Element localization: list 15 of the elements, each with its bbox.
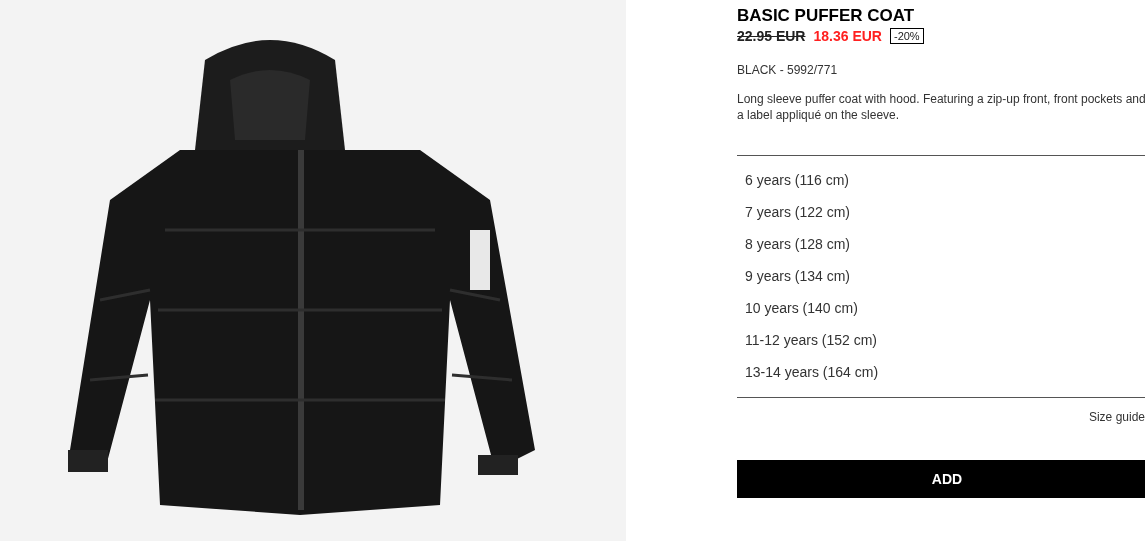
size-option[interactable]: 7 years (122 cm)	[737, 196, 1145, 228]
size-option[interactable]: 11-12 years (152 cm)	[737, 324, 1145, 356]
size-guide-link[interactable]: Size guide	[1088, 410, 1145, 424]
sale-price: 18.36 EUR	[813, 28, 882, 44]
add-button[interactable]: ADD	[737, 460, 1145, 498]
discount-badge: -20%	[889, 28, 924, 44]
size-option[interactable]: 8 years (128 cm)	[737, 228, 1145, 260]
size-option[interactable]: 9 years (134 cm)	[737, 260, 1145, 292]
original-price: 22.95 EUR	[737, 28, 806, 44]
color-reference: BLACK - 5992/771	[737, 63, 839, 77]
product-description: Long sleeve puffer coat with hood. Featuring a zip-up front, front pockets and a label appliqué on the sleeve.	[737, 91, 1145, 123]
product-title: BASIC PUFFER COAT	[737, 6, 916, 26]
size-option[interactable]: 10 years (140 cm)	[737, 292, 1145, 324]
size-option[interactable]: 13-14 years (164 cm)	[737, 356, 1145, 388]
size-option[interactable]: 6 years (116 cm)	[737, 164, 1145, 196]
